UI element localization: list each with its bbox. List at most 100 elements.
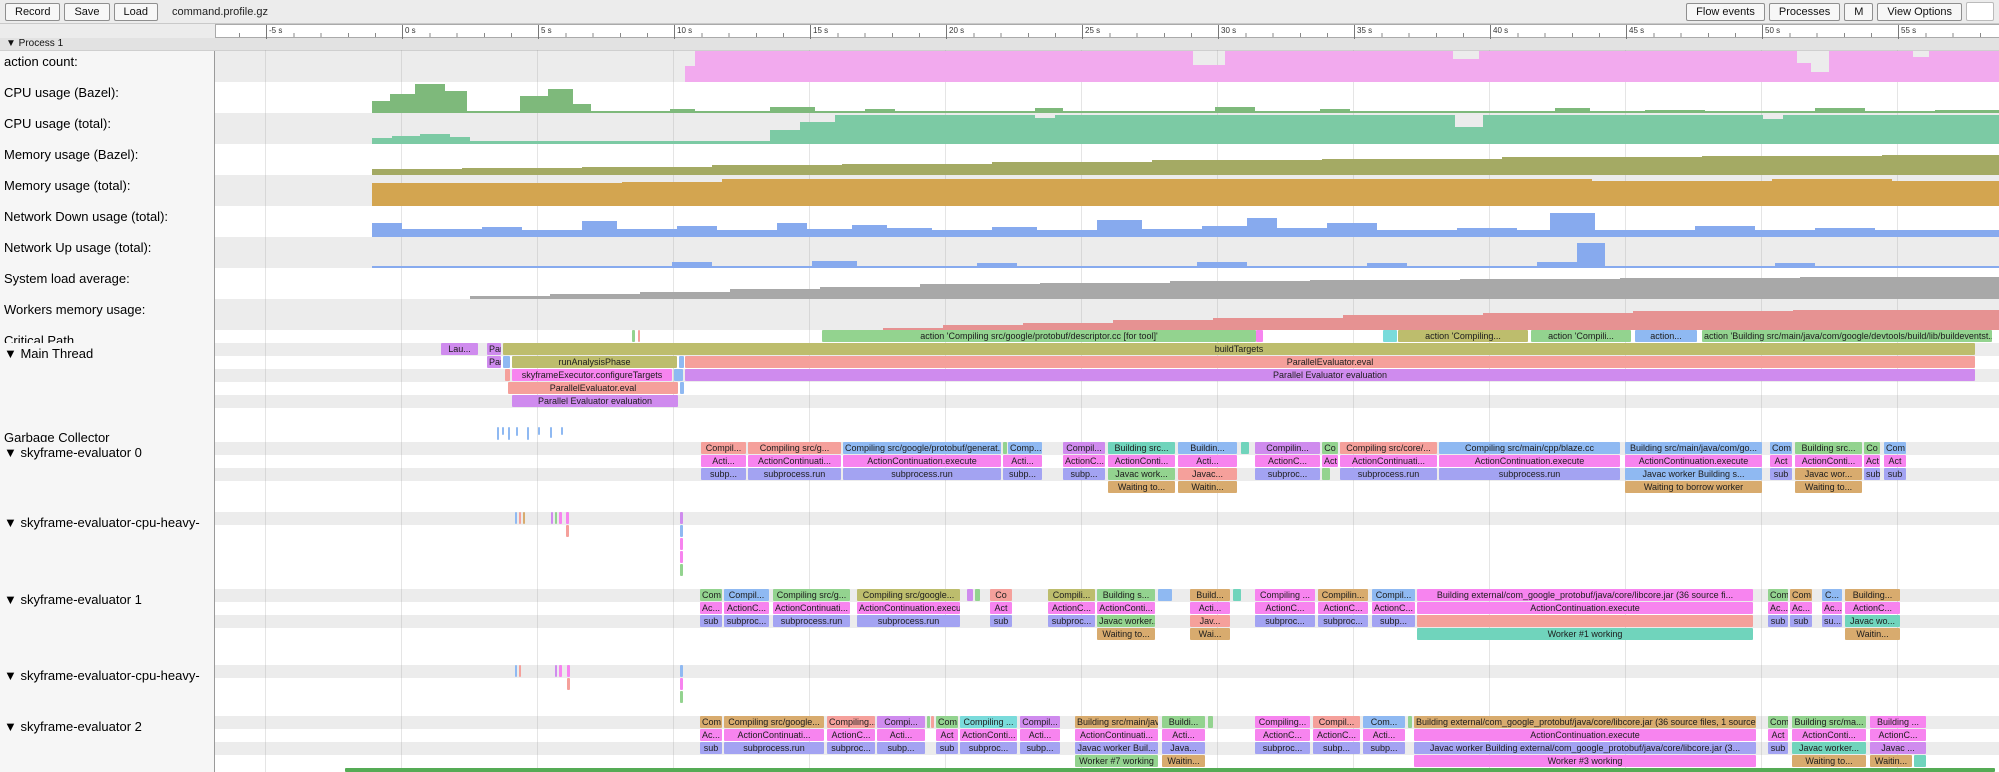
- trace-bar[interactable]: ActionContinuation.execute: [857, 602, 960, 614]
- trace-bar[interactable]: runAnalysisPhase: [512, 356, 677, 368]
- trace-bar[interactable]: ActionC...: [1255, 729, 1310, 741]
- trace-bar[interactable]: ActionConti...: [1097, 602, 1155, 614]
- track-workers-mem[interactable]: [215, 299, 1999, 330]
- trace-bar[interactable]: Compiling...: [1255, 716, 1310, 728]
- trace-bar[interactable]: Waitin...: [1162, 755, 1205, 767]
- trace-bar[interactable]: Compiling src/g...: [748, 442, 841, 454]
- trace-bar[interactable]: Javac wor...: [1795, 468, 1862, 480]
- track-cpu-bazel[interactable]: [215, 82, 1999, 113]
- track-sky0[interactable]: Compil...Compiling src/g...Compiling src…: [215, 442, 1999, 512]
- track-sys-load[interactable]: [215, 268, 1999, 299]
- trace-bar[interactable]: Waiting to...: [1097, 628, 1155, 640]
- trace-bar[interactable]: ActionContinuation.execute: [1625, 455, 1762, 467]
- trace-bar[interactable]: Buildi...: [1162, 716, 1205, 728]
- trace-bar[interactable]: Compiling src/main/cpp/blaze.cc: [1439, 442, 1620, 454]
- metadata-button[interactable]: M: [1844, 3, 1873, 21]
- trace-bar[interactable]: Compi...: [877, 716, 925, 728]
- trace-bar[interactable]: Com: [936, 716, 958, 728]
- trace-bar[interactable]: Building src/ma...: [1792, 716, 1866, 728]
- trace-bar[interactable]: Com: [1770, 442, 1792, 454]
- trace-bar[interactable]: Acti...: [1162, 729, 1205, 741]
- trace-bar[interactable]: ActionConti...: [1108, 455, 1175, 467]
- track-main-thread[interactable]: Lau...ParbuildTargetsParrunAnalysisPhase…: [215, 343, 1999, 427]
- trace-bar[interactable]: Compiling...: [827, 716, 875, 728]
- track-sky1[interactable]: Com Compil... Compiling src/g... Compiling …: [215, 589, 1999, 665]
- trace-bar[interactable]: Acti...: [1190, 602, 1230, 614]
- trace-bar[interactable]: Com: [1768, 589, 1788, 601]
- trace-bar[interactable]: Compiling src/google...: [857, 589, 960, 601]
- row-label-sky1[interactable]: ▼ skyframe-evaluator 1: [0, 589, 215, 665]
- trace-bar[interactable]: action 'Compiling...: [1398, 330, 1528, 342]
- trace-bar[interactable]: Ac...: [1790, 602, 1812, 614]
- trace-bar[interactable]: Compiling src/core/...: [1340, 442, 1437, 454]
- trace-bar[interactable]: Act: [936, 729, 958, 741]
- trace-bar[interactable]: Javac worker...: [1097, 615, 1155, 627]
- trace-bar[interactable]: Act: [1770, 455, 1792, 467]
- trace-bar[interactable]: subprocess.run: [724, 742, 824, 754]
- trace-bar[interactable]: Build...: [1190, 589, 1230, 601]
- trace-bar[interactable]: Act: [990, 602, 1012, 614]
- trace-bar[interactable]: action 'Building src/main/java/com/googl…: [1702, 330, 1992, 342]
- trace-bar[interactable]: Javac worker Buil...: [1075, 742, 1158, 754]
- processes-button[interactable]: Processes: [1769, 3, 1840, 21]
- trace-bar[interactable]: ActionC...: [1255, 455, 1320, 467]
- trace-bar[interactable]: ActionC...: [1845, 602, 1900, 614]
- process-header[interactable]: ▼ Process 1: [0, 38, 1999, 51]
- trace-bar[interactable]: subp...: [1313, 742, 1360, 754]
- trace-bar[interactable]: ActionConti...: [1795, 455, 1862, 467]
- trace-bar[interactable]: sub: [1884, 468, 1906, 480]
- trace-bar[interactable]: subprocess.run: [748, 468, 841, 480]
- trace-bar[interactable]: Building src...: [1795, 442, 1862, 454]
- trace-bar[interactable]: subproc...: [724, 615, 769, 627]
- trace-bar[interactable]: Javac ...: [1870, 742, 1926, 754]
- trace-bar[interactable]: Jav...: [1190, 615, 1230, 627]
- trace-bar[interactable]: Com: [1768, 716, 1788, 728]
- trace-bar[interactable]: Co: [1322, 442, 1338, 454]
- trace-bar[interactable]: Compiling src/google/protobuf/generat...: [843, 442, 1001, 454]
- trace-bar[interactable]: buildTargets: [503, 343, 1975, 355]
- trace-bar[interactable]: Javac wo...: [1845, 615, 1900, 627]
- trace-bar[interactable]: Act: [1768, 729, 1788, 741]
- trace-bar[interactable]: sub: [1768, 615, 1788, 627]
- trace-bar[interactable]: ActionContinuati...: [773, 602, 850, 614]
- trace-bar[interactable]: Ac...: [1822, 602, 1842, 614]
- trace-bar[interactable]: Compiling ...: [960, 716, 1017, 728]
- trace-bar[interactable]: Java...: [1162, 742, 1205, 754]
- trace-bar[interactable]: Building src/main/java/com/go...: [1625, 442, 1762, 454]
- flow-events-button[interactable]: Flow events: [1686, 3, 1765, 21]
- trace-bar[interactable]: Act: [1322, 455, 1338, 467]
- trace-bar[interactable]: ActionContinuati...: [748, 455, 841, 467]
- trace-bar[interactable]: Building src/main/jav...: [1075, 716, 1158, 728]
- trace-bar[interactable]: ActionC...: [1318, 602, 1368, 614]
- trace-bar[interactable]: ActionConti...: [1792, 729, 1866, 741]
- trace-bar[interactable]: action 'Compili...: [1531, 330, 1631, 342]
- trace-bar[interactable]: Acti...: [1003, 455, 1042, 467]
- trace-bar[interactable]: ActionContinuati...: [1340, 455, 1437, 467]
- track-gc[interactable]: [215, 427, 1999, 442]
- trace-bar[interactable]: Compil...: [1313, 716, 1360, 728]
- track-net-up[interactable]: [215, 237, 1999, 268]
- trace-bar[interactable]: ActionC...: [1063, 455, 1105, 467]
- trace-bar[interactable]: Waiting to...: [1108, 481, 1175, 493]
- trace-bar[interactable]: Building external/com_google_protobuf/ja…: [1417, 589, 1753, 601]
- track-mem-total[interactable]: [215, 175, 1999, 206]
- trace-bar[interactable]: subproc...: [827, 742, 875, 754]
- trace-bar[interactable]: Compil...: [724, 589, 769, 601]
- trace-bar[interactable]: sub: [936, 742, 958, 754]
- trace-bar[interactable]: Parallel Evaluator evaluation: [685, 369, 1975, 381]
- trace-bar[interactable]: sub: [990, 615, 1012, 627]
- trace-bar[interactable]: Waiting to borrow worker: [1625, 481, 1762, 493]
- trace-bar[interactable]: Compiling src/g...: [773, 589, 850, 601]
- trace-bar[interactable]: Act: [1884, 455, 1906, 467]
- trace-bar[interactable]: Javac worker Building external/com_googl…: [1414, 742, 1756, 754]
- row-label-cpu-heavy-1[interactable]: ▼ skyframe-evaluator-cpu-heavy-: [0, 512, 215, 589]
- trace-bar[interactable]: Worker #3 working: [1414, 755, 1756, 767]
- view-options-button[interactable]: View Options: [1877, 3, 1962, 21]
- trace-bar[interactable]: su...: [1822, 615, 1842, 627]
- trace-bar[interactable]: ActionC...: [1313, 729, 1360, 741]
- trace-bar[interactable]: Ac...: [700, 729, 722, 741]
- trace-bar[interactable]: ActionContinuati...: [724, 729, 824, 741]
- trace-bar[interactable]: Compilin...: [1255, 442, 1320, 454]
- trace-bar[interactable]: subprocess.run: [843, 468, 1001, 480]
- trace-bar[interactable]: ActionC...: [1048, 602, 1095, 614]
